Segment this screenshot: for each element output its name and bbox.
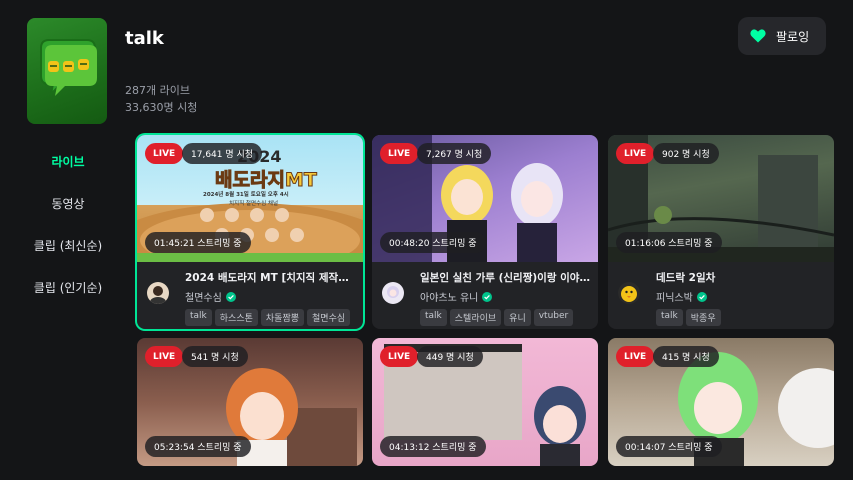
stream-card[interactable]: 2024 배도라지MT 2024년 8월 31일 토요일 오후 4시 치지직 철… bbox=[137, 135, 363, 329]
live-badge: LIVE bbox=[145, 346, 184, 367]
tag[interactable]: 하스스톤 bbox=[214, 309, 258, 326]
avatar bbox=[382, 282, 404, 304]
channel-row: 아야츠노 유니 bbox=[420, 289, 590, 304]
tab-live[interactable]: 라이브 bbox=[20, 140, 116, 182]
heart-icon bbox=[750, 29, 766, 43]
thumbnail-headline: 배도라지MT bbox=[215, 169, 318, 192]
viewer-count-badge: 415 명 시청 bbox=[653, 346, 719, 367]
uptime-badge: 01:45:21 스트리밍 중 bbox=[145, 232, 251, 253]
tag-list: talk 스텔라이브 유니 vtuber bbox=[420, 309, 590, 326]
uptime-badge: 00:48:20 스트리밍 중 bbox=[380, 232, 486, 253]
stream-title: 2024 배도라지 MT [치지직 제작지원] bbox=[185, 272, 355, 284]
chat-bubble-icon bbox=[40, 39, 97, 98]
tag[interactable]: talk bbox=[185, 309, 212, 326]
stream-card[interactable]: LIVE 902 명 시청 01:16:06 스트리밍 중 데드락 2일차 피닉… bbox=[608, 135, 834, 329]
stream-info: 데드락 2일차 피닉스박 talk 박종우 bbox=[608, 262, 834, 329]
avatar bbox=[618, 282, 640, 304]
channel-row: 철면수심 bbox=[185, 289, 355, 304]
follow-label: 팔로잉 bbox=[776, 29, 810, 44]
tag-list: talk 박종우 bbox=[656, 309, 826, 326]
live-badge: LIVE bbox=[145, 143, 184, 164]
verified-icon bbox=[482, 291, 493, 302]
live-badge: LIVE bbox=[616, 346, 655, 367]
uptime-badge: 00:14:07 스트리밍 중 bbox=[616, 436, 722, 457]
live-badge: LIVE bbox=[380, 143, 419, 164]
stream-thumbnail: LIVE 902 명 시청 01:16:06 스트리밍 중 bbox=[608, 135, 834, 262]
follow-button[interactable]: 팔로잉 bbox=[738, 17, 826, 55]
category-title: talk bbox=[125, 28, 164, 49]
thumbnail-sub: 치지직 철면수심 채널 bbox=[229, 201, 279, 207]
tag[interactable]: talk bbox=[420, 309, 447, 326]
tab-clips-latest[interactable]: 클립 (최신순) bbox=[20, 224, 116, 266]
live-badge: LIVE bbox=[380, 346, 419, 367]
stream-card[interactable]: LIVE 7,267 명 시청 00:48:20 스트리밍 중 일본인 실친 가… bbox=[372, 135, 598, 329]
channel-row: 피닉스박 bbox=[656, 289, 826, 304]
channel-name: 철면수심 bbox=[185, 293, 222, 304]
viewer-count-badge: 541 명 시청 bbox=[182, 346, 248, 367]
stream-thumbnail: LIVE 415 명 시청 00:14:07 스트리밍 중 bbox=[608, 338, 834, 466]
verified-icon bbox=[225, 291, 236, 302]
category-thumbnail bbox=[27, 18, 107, 124]
stream-card[interactable]: LIVE 541 명 시청 05:23:54 스트리밍 중 bbox=[137, 338, 363, 466]
tag[interactable]: 박종우 bbox=[685, 309, 721, 326]
uptime-badge: 01:16:06 스트리밍 중 bbox=[616, 232, 722, 253]
viewer-count-badge: 17,641 명 시청 bbox=[182, 143, 263, 164]
tag[interactable]: 차돌짬뽕 bbox=[260, 309, 305, 326]
tag[interactable]: 유니 bbox=[504, 309, 531, 326]
tag[interactable]: 스텔라이브 bbox=[449, 309, 502, 326]
stream-title: 일본인 실친 가루 (신리짱)이랑 이야기... bbox=[420, 272, 590, 284]
viewer-count-badge: 7,267 명 시청 bbox=[417, 143, 492, 164]
stream-card[interactable]: LIVE 415 명 시청 00:14:07 스트리밍 중 bbox=[608, 338, 834, 466]
stream-info: 2024 배도라지 MT [치지직 제작지원] 철면수심 talk 하스스톤 차… bbox=[137, 262, 363, 329]
viewer-count: 33,630명 시청 bbox=[125, 101, 198, 114]
category-stats: 287개 라이브 33,630명 시청 bbox=[125, 82, 197, 116]
live-badge: LIVE bbox=[616, 143, 655, 164]
content-tabs: 라이브 동영상 클립 (최신순) 클립 (인기순) bbox=[20, 140, 116, 308]
tab-clips-popular[interactable]: 클립 (인기순) bbox=[20, 266, 116, 308]
tab-videos[interactable]: 동영상 bbox=[20, 182, 116, 224]
uptime-badge: 05:23:54 스트리밍 중 bbox=[145, 436, 251, 457]
stream-title: 데드락 2일차 bbox=[656, 272, 716, 284]
channel-name: 피닉스박 bbox=[656, 293, 693, 304]
viewer-count-badge: 449 명 시청 bbox=[417, 346, 483, 367]
stream-info: 일본인 실친 가루 (신리짱)이랑 이야기... 아야츠노 유니 talk 스텔… bbox=[372, 262, 598, 329]
tag[interactable]: 철면수심 bbox=[307, 309, 351, 326]
stream-thumbnail: LIVE 7,267 명 시청 00:48:20 스트리밍 중 bbox=[372, 135, 598, 262]
tag-list: talk 하스스톤 차돌짬뽕 철면수심 bbox=[185, 309, 355, 326]
uptime-badge: 04:13:12 스트리밍 중 bbox=[380, 436, 486, 457]
viewer-count-badge: 902 명 시청 bbox=[653, 143, 719, 164]
thumbnail-date: 2024년 8월 31일 토요일 오후 4시 bbox=[203, 192, 289, 198]
tag[interactable]: talk bbox=[656, 309, 683, 326]
avatar bbox=[147, 282, 169, 304]
live-count: 287개 라이브 bbox=[125, 84, 190, 97]
verified-icon bbox=[696, 291, 707, 302]
stream-card[interactable]: LIVE 449 명 시청 04:13:12 스트리밍 중 bbox=[372, 338, 598, 466]
stream-thumbnail: LIVE 449 명 시청 04:13:12 스트리밍 중 bbox=[372, 338, 598, 466]
channel-name: 아야츠노 유니 bbox=[420, 293, 479, 304]
tag[interactable]: vtuber bbox=[533, 309, 574, 326]
stream-thumbnail: LIVE 541 명 시청 05:23:54 스트리밍 중 bbox=[137, 338, 363, 466]
stream-thumbnail: 2024 배도라지MT 2024년 8월 31일 토요일 오후 4시 치지직 철… bbox=[137, 135, 363, 262]
